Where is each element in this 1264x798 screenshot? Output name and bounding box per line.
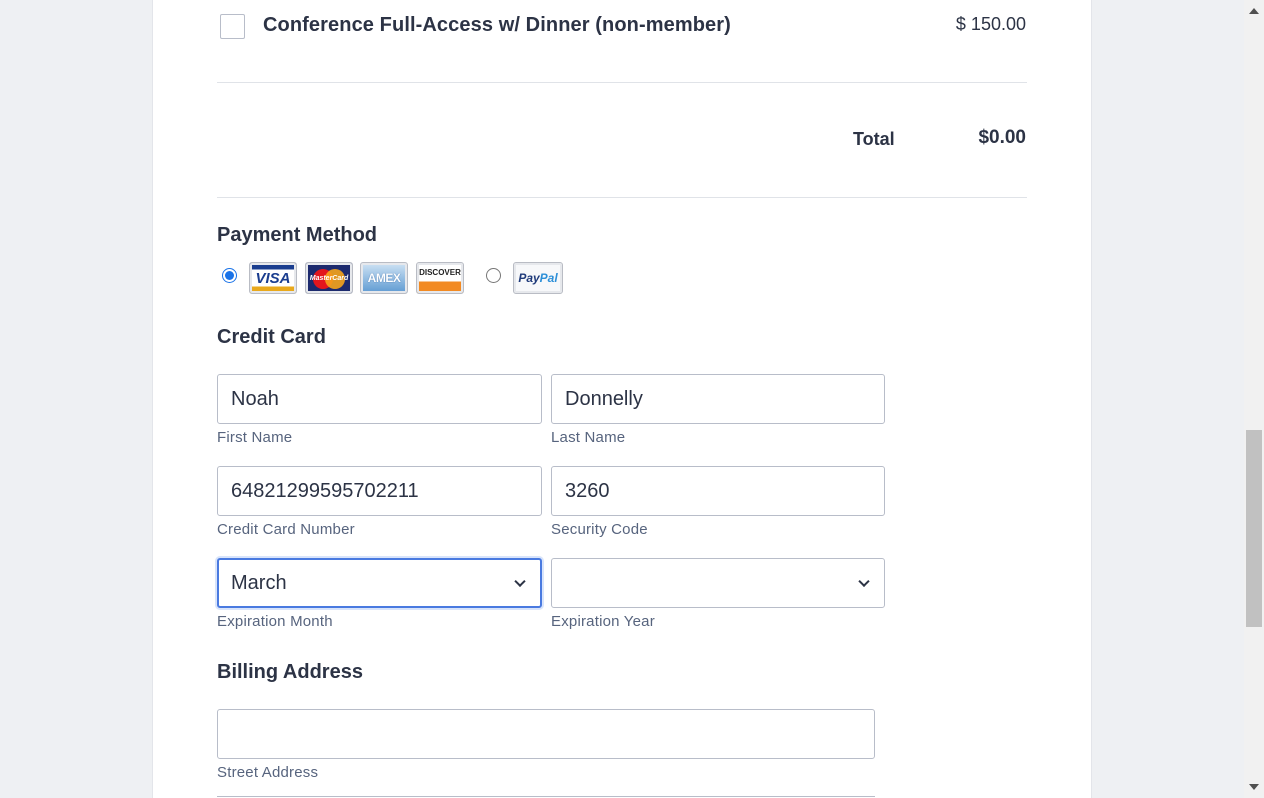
expiration-year-select[interactable] — [551, 558, 885, 608]
card-number-label: Credit Card Number — [217, 521, 355, 538]
chevron-down-icon — [858, 575, 870, 588]
scroll-thumb[interactable] — [1246, 430, 1262, 627]
form-card: Conference Full-Access w/ Dinner (non-me… — [152, 0, 1092, 798]
visa-logo: VISA — [249, 262, 297, 294]
street-address-label: Street Address — [217, 764, 319, 781]
payment-method-title: Payment Method — [217, 224, 378, 246]
first-name-label: First Name — [217, 429, 293, 446]
credit-card-radio[interactable] — [222, 268, 237, 283]
security-code-value: 3260 — [565, 479, 610, 502]
discover-logo: DISCOVER — [416, 262, 464, 294]
billing-address-title: Billing Address — [217, 661, 363, 683]
discover-logo-text: DISCOVER — [419, 268, 461, 277]
first-name-value: Noah — [231, 387, 279, 410]
last-name-input[interactable]: Donnelly — [551, 374, 885, 424]
chevron-down-icon — [514, 575, 526, 588]
product-name: Conference Full-Access w/ Dinner (non-me… — [263, 14, 731, 36]
expiration-year-label: Expiration Year — [551, 613, 655, 630]
security-code-input[interactable]: 3260 — [551, 466, 885, 516]
paypal-logo: Pay Pal — [513, 262, 563, 294]
paypal-radio[interactable] — [486, 268, 501, 283]
divider — [217, 197, 1027, 198]
visa-logo-text: VISA — [255, 269, 291, 287]
street-address-input[interactable] — [217, 709, 875, 759]
credit-card-title: Credit Card — [217, 326, 326, 348]
scroll-up-arrow-icon[interactable] — [1249, 8, 1259, 14]
first-name-input[interactable]: Noah — [217, 374, 542, 424]
expiration-month-label: Expiration Month — [217, 613, 333, 630]
amex-logo: AMEX — [360, 262, 408, 294]
amex-logo-text: AMEX — [367, 271, 401, 285]
paypal-logo-text-b: Pal — [539, 271, 558, 285]
last-name-value: Donnelly — [565, 387, 643, 410]
mastercard-logo: MasterCard — [305, 262, 353, 294]
last-name-label: Last Name — [551, 429, 626, 446]
total-label: Total — [853, 129, 895, 149]
paypal-logo-text-a: Pay — [518, 271, 540, 285]
card-number-value: 64821299595702211 — [231, 479, 419, 502]
divider — [217, 82, 1027, 83]
product-checkbox[interactable] — [220, 14, 245, 39]
mastercard-logo-text: MasterCard — [309, 274, 349, 282]
page-scrollbar[interactable] — [1244, 0, 1264, 798]
scroll-down-arrow-icon[interactable] — [1249, 784, 1259, 790]
product-price: $ 150.00 — [955, 14, 1026, 34]
expiration-month-select[interactable]: March — [217, 558, 542, 608]
expiration-month-value: March — [231, 571, 287, 594]
card-number-input[interactable]: 64821299595702211 — [217, 466, 542, 516]
total-value: $0.00 — [978, 127, 1026, 148]
security-code-label: Security Code — [551, 521, 648, 538]
